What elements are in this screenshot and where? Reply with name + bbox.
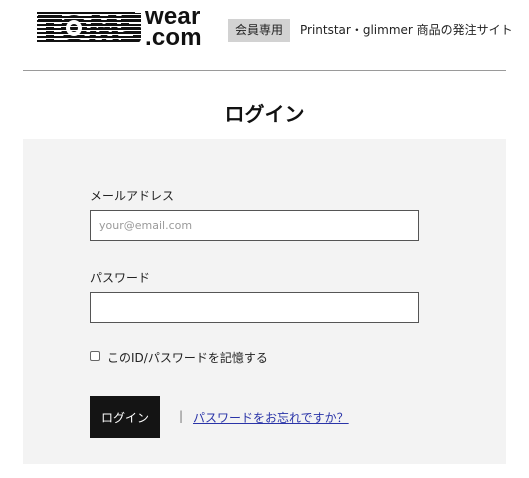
forgot-password-link[interactable]: パスワードをお忘れですか？ <box>193 409 349 426</box>
logo-wordmark: wear .com <box>145 5 202 51</box>
remember-checkbox[interactable] <box>90 351 100 361</box>
toms-letters-icon <box>37 13 143 43</box>
header-divider <box>23 70 506 71</box>
password-label: パスワード <box>90 271 151 285</box>
link-separator: | <box>179 409 184 423</box>
tomswear-logo[interactable]: wear .com <box>37 5 205 50</box>
page-title: ログイン <box>224 102 305 126</box>
site-header: wear .com 会員専用 Printstar・glimmer 商品の発注サイ… <box>0 0 529 70</box>
password-field[interactable] <box>90 292 419 323</box>
member-only-badge: 会員専用 <box>228 19 291 42</box>
login-form-panel: メールアドレス パスワード このID/パスワードを記憶する ログイン | パスワ… <box>23 139 506 464</box>
site-description: Printstar・glimmer 商品の発注サイト <box>300 23 513 37</box>
remember-label: このID/パスワードを記憶する <box>107 351 268 365</box>
email-label: メールアドレス <box>90 189 175 203</box>
login-button[interactable]: ログイン <box>90 396 160 438</box>
email-field[interactable] <box>90 210 419 241</box>
logo-com-text: .com <box>145 24 202 51</box>
toms-logo-mark <box>37 10 143 46</box>
